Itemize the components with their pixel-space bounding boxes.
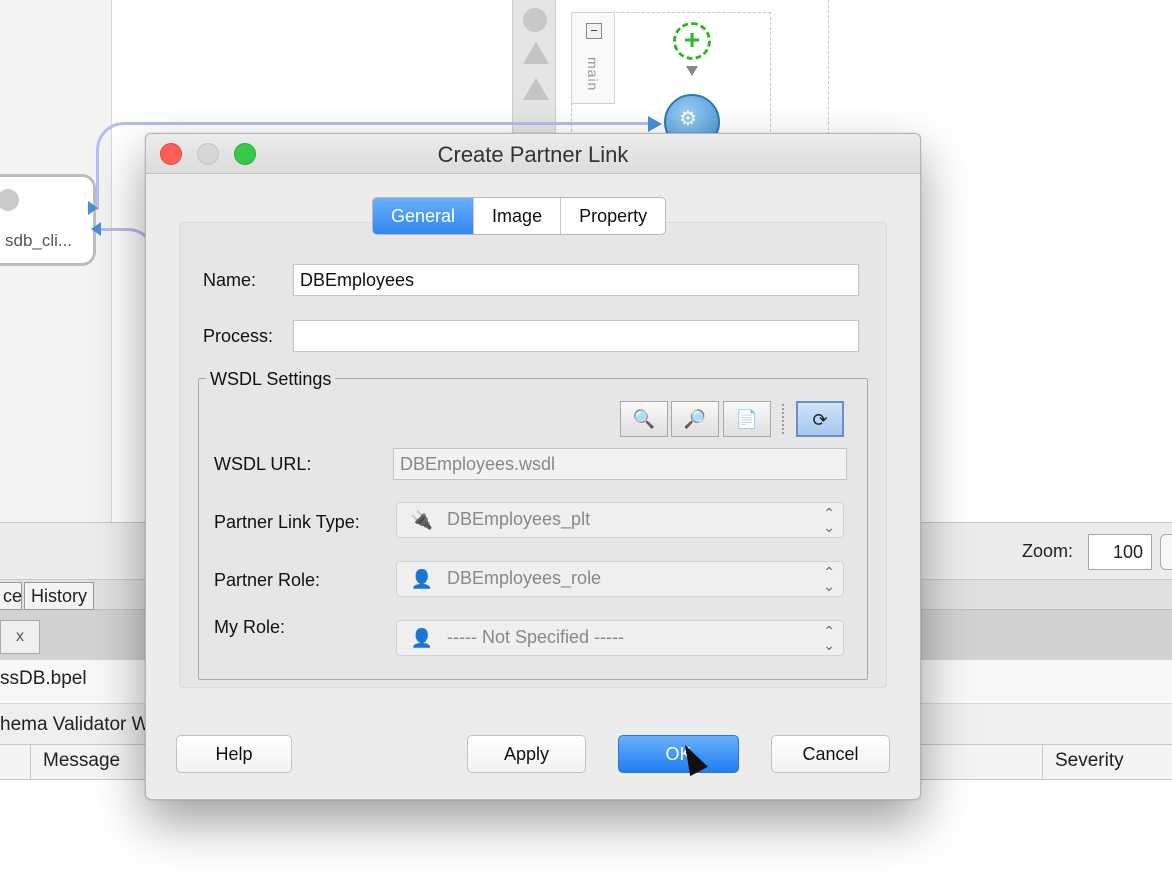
gear-icon: ⚙ [679, 108, 697, 130]
wsdl-url-label: WSDL URL: [214, 454, 312, 474]
column-header-severity[interactable]: Severity [1042, 744, 1136, 780]
create-partner-link-dialog: Create Partner Link General Image Proper… [145, 133, 921, 800]
flow-arrow-icon [686, 66, 698, 76]
my-role-value: ----- Not Specified ----- [447, 627, 625, 647]
gear-icon [0, 189, 19, 211]
swimlane-divider [828, 0, 829, 140]
partner-role-value: DBEmployees_role [447, 568, 602, 588]
my-role-label: My Role: [214, 617, 286, 637]
process-label: Process: [203, 326, 274, 346]
chevron-updown-icon: ⌃ ⌄ [823, 623, 835, 653]
collapse-icon[interactable]: − [586, 23, 602, 39]
partner-role-label: Partner Role: [214, 570, 321, 590]
process-field[interactable] [293, 320, 859, 352]
close-icon[interactable]: x [0, 620, 40, 654]
partner-link-type-select[interactable]: 🔌 DBEmployees_plt ⌃ ⌄ [396, 502, 844, 538]
tab-history[interactable]: History [24, 582, 95, 610]
toolbar-separator [782, 404, 784, 434]
arrow-right-icon [648, 116, 662, 132]
partner-role-select[interactable]: 👤 DBEmployees_role ⌃ ⌄ [396, 561, 844, 597]
dialog-titlebar[interactable]: Create Partner Link [146, 134, 920, 174]
tab-general[interactable]: General [373, 198, 475, 234]
dialog-tabbar: General Image Property [372, 197, 667, 235]
role-icon: 👤 [410, 569, 434, 589]
dialog-title: Create Partner Link [437, 142, 629, 167]
zoom-label: Zoom: [1022, 541, 1074, 561]
name-field[interactable]: DBEmployees [293, 264, 859, 296]
tab-property[interactable]: Property [561, 198, 665, 234]
main-scope-tab: − main [571, 12, 615, 104]
arrow-right-icon [88, 201, 98, 215]
role-icon: 👤 [410, 628, 434, 648]
cancel-button[interactable]: Cancel [771, 735, 890, 773]
warning-triangle-icon [523, 78, 549, 100]
partner-link-type-value: DBEmployees_plt [447, 509, 591, 529]
partner-link-node[interactable]: sdb_cli... [0, 174, 96, 266]
warning-triangle-icon [523, 42, 549, 64]
name-label: Name: [203, 270, 257, 290]
add-activity-icon[interactable]: + [673, 22, 711, 60]
partner-link-type-icon: 🔌 [410, 510, 434, 530]
my-role-select[interactable]: 👤 ----- Not Specified ----- ⌃ ⌄ [396, 620, 844, 656]
wsdl-url-field[interactable]: DBEmployees.wsdl [393, 448, 847, 480]
canvas-palette-strip [512, 0, 556, 140]
tab-source[interactable]: ce [0, 582, 22, 610]
column-header-message[interactable]: Message [30, 744, 132, 780]
browse-services-icon[interactable]: 🔎 [671, 401, 719, 437]
chevron-updown-icon: ⌃ ⌄ [823, 564, 835, 594]
apply-button[interactable]: Apply [467, 735, 586, 773]
wsdl-settings-legend: WSDL Settings [206, 369, 336, 390]
refresh-icon[interactable]: ⟳ [796, 401, 844, 437]
arrow-left-icon [91, 222, 101, 236]
tab-image[interactable]: Image [474, 198, 562, 234]
chevron-updown-icon: ⌃ ⌄ [823, 505, 835, 535]
zoom-dropdown-button[interactable] [1160, 534, 1172, 570]
validator-tab-label[interactable]: hema Validator W [0, 714, 150, 735]
zoom-input[interactable]: 100 [1088, 534, 1152, 570]
partner-link-type-label: Partner Link Type: [214, 512, 360, 532]
file-name: ssDB.bpel [0, 668, 87, 689]
partner-node-label: sdb_cli... [5, 231, 73, 250]
help-button[interactable]: Help [176, 735, 292, 773]
search-icon[interactable]: 🔍 [620, 401, 668, 437]
gear-icon [523, 8, 547, 32]
scope-label: main [585, 57, 601, 92]
browse-files-icon[interactable]: 📄 [723, 401, 771, 437]
